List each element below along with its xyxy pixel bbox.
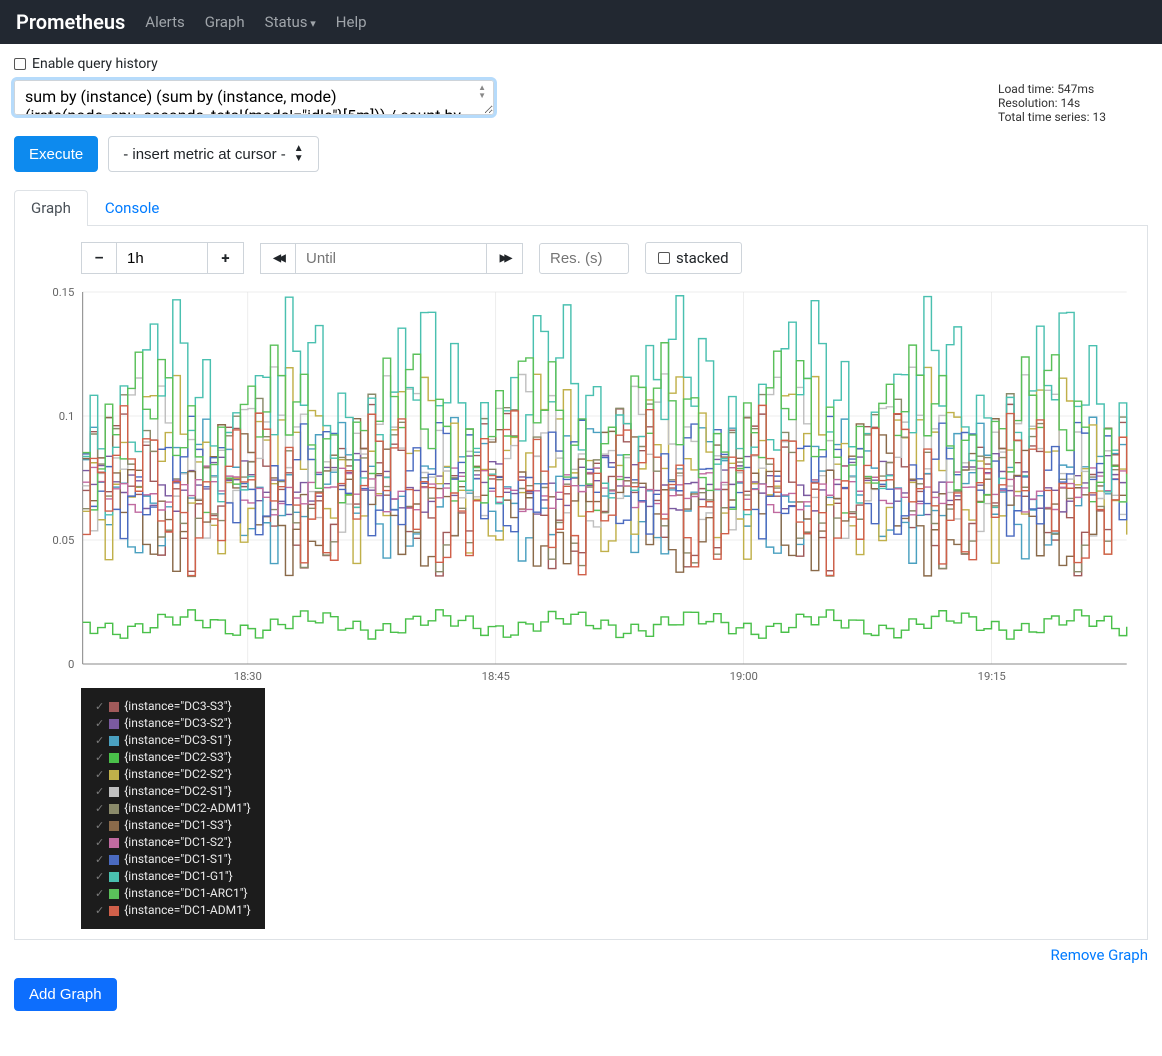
nav-help[interactable]: Help bbox=[336, 13, 367, 31]
legend-swatch bbox=[109, 855, 119, 865]
tab-console[interactable]: Console bbox=[88, 190, 177, 225]
tab-graph[interactable]: Graph bbox=[14, 190, 88, 226]
time-group: ◀◀ ▶▶ bbox=[260, 243, 523, 274]
legend-label: {instance="DC2-S3"} bbox=[124, 749, 231, 766]
legend-label: {instance="DC3-S1"} bbox=[124, 732, 231, 749]
svg-text:0.1: 0.1 bbox=[59, 410, 75, 423]
stacked-label: stacked bbox=[676, 249, 729, 267]
legend-item[interactable]: ✓ {instance="DC1-ARC1"} bbox=[95, 885, 251, 902]
legend-label: {instance="DC2-ADM1"} bbox=[124, 800, 251, 817]
legend-item[interactable]: ✓ {instance="DC1-S3"} bbox=[95, 817, 251, 834]
legend-swatch bbox=[109, 719, 119, 729]
time-forward-button[interactable]: ▶▶ bbox=[487, 243, 523, 274]
check-icon: ✓ bbox=[95, 885, 104, 902]
svg-text:0.05: 0.05 bbox=[52, 534, 74, 547]
legend-label: {instance="DC1-G1"} bbox=[124, 868, 233, 885]
legend-item[interactable]: ✓ {instance="DC1-ADM1"} bbox=[95, 902, 251, 919]
legend-label: {instance="DC1-S1"} bbox=[124, 851, 231, 868]
legend-label: {instance="DC1-ARC1"} bbox=[124, 885, 247, 902]
check-icon: ✓ bbox=[95, 698, 104, 715]
nav-graph[interactable]: Graph bbox=[205, 13, 245, 31]
check-icon: ✓ bbox=[95, 868, 104, 885]
legend-swatch bbox=[109, 702, 119, 712]
legend-swatch bbox=[109, 889, 119, 899]
navbar: Prometheus Alerts Graph Status Help bbox=[0, 0, 1162, 44]
stat-series: Total time series: 13 bbox=[998, 110, 1148, 124]
nav-alerts[interactable]: Alerts bbox=[145, 13, 185, 31]
history-label: Enable query history bbox=[32, 56, 158, 72]
legend-swatch bbox=[109, 906, 119, 916]
legend: ✓ {instance="DC3-S3"} ✓ {instance="DC3-S2"}… bbox=[81, 688, 265, 929]
legend-item[interactable]: ✓ {instance="DC2-S3"} bbox=[95, 749, 251, 766]
legend-swatch bbox=[109, 821, 119, 831]
svg-text:18:45: 18:45 bbox=[482, 670, 510, 683]
legend-label: {instance="DC2-S1"} bbox=[124, 783, 231, 800]
insert-metric-label: - insert metric at cursor - bbox=[123, 146, 286, 163]
check-icon: ✓ bbox=[95, 783, 104, 800]
stacked-checkbox-icon bbox=[658, 252, 670, 264]
svg-text:0.15: 0.15 bbox=[52, 286, 74, 299]
legend-swatch bbox=[109, 770, 119, 780]
select-caret-icon: ▲▼ bbox=[294, 144, 304, 164]
graph-panel: – + ◀◀ ▶▶ stacked 0 0.05 0.1 0.15 18:30 18:45… bbox=[14, 226, 1148, 940]
chart: 0 0.05 0.1 0.15 18:30 18:45 19:00 19:15 bbox=[25, 284, 1137, 684]
legend-item[interactable]: ✓ {instance="DC2-ADM1"} bbox=[95, 800, 251, 817]
check-icon: ✓ bbox=[95, 800, 104, 817]
query-spinner[interactable]: ▲▼ bbox=[478, 84, 486, 100]
range-input[interactable] bbox=[127, 250, 197, 267]
range-increase-button[interactable]: + bbox=[208, 242, 244, 274]
legend-item[interactable]: ✓ {instance="DC1-S1"} bbox=[95, 851, 251, 868]
legend-swatch bbox=[109, 804, 119, 814]
svg-text:18:30: 18:30 bbox=[234, 670, 262, 683]
range-group: – + bbox=[81, 242, 244, 274]
history-checkbox[interactable] bbox=[14, 58, 26, 70]
query-input[interactable] bbox=[14, 80, 494, 115]
legend-item[interactable]: ✓ {instance="DC1-S2"} bbox=[95, 834, 251, 851]
legend-item[interactable]: ✓ {instance="DC1-G1"} bbox=[95, 868, 251, 885]
legend-swatch bbox=[109, 753, 119, 763]
legend-label: {instance="DC1-S3"} bbox=[124, 817, 231, 834]
tabs: Graph Console bbox=[14, 190, 1148, 226]
legend-item[interactable]: ✓ {instance="DC2-S2"} bbox=[95, 766, 251, 783]
check-icon: ✓ bbox=[95, 749, 104, 766]
legend-item[interactable]: ✓ {instance="DC3-S2"} bbox=[95, 715, 251, 732]
legend-item[interactable]: ✓ {instance="DC3-S3"} bbox=[95, 698, 251, 715]
legend-item[interactable]: ✓ {instance="DC3-S1"} bbox=[95, 732, 251, 749]
check-icon: ✓ bbox=[95, 817, 104, 834]
legend-swatch bbox=[109, 838, 119, 848]
resolution-input[interactable] bbox=[539, 243, 629, 274]
remove-graph-link[interactable]: Remove Graph bbox=[1051, 946, 1149, 964]
check-icon: ✓ bbox=[95, 902, 104, 919]
legend-label: {instance="DC3-S2"} bbox=[124, 715, 231, 732]
svg-text:19:15: 19:15 bbox=[978, 670, 1006, 683]
legend-swatch bbox=[109, 736, 119, 746]
brand[interactable]: Prometheus bbox=[16, 10, 125, 34]
legend-label: {instance="DC1-ADM1"} bbox=[124, 902, 251, 919]
check-icon: ✓ bbox=[95, 766, 104, 783]
add-graph-button[interactable]: Add Graph bbox=[14, 978, 117, 1011]
check-icon: ✓ bbox=[95, 732, 104, 749]
check-icon: ✓ bbox=[95, 715, 104, 732]
time-back-button[interactable]: ◀◀ bbox=[260, 243, 296, 274]
nav-status[interactable]: Status bbox=[265, 13, 316, 31]
legend-label: {instance="DC1-S2"} bbox=[124, 834, 231, 851]
check-icon: ✓ bbox=[95, 851, 104, 868]
insert-metric-select[interactable]: - insert metric at cursor - ▲▼ bbox=[108, 136, 318, 172]
until-input[interactable] bbox=[306, 250, 476, 267]
svg-text:19:00: 19:00 bbox=[730, 670, 758, 683]
query-stats: Load time: 547ms Resolution: 14s Total t… bbox=[998, 80, 1148, 124]
stacked-toggle[interactable]: stacked bbox=[645, 242, 742, 274]
legend-swatch bbox=[109, 787, 119, 797]
svg-text:0: 0 bbox=[68, 658, 74, 671]
execute-button[interactable]: Execute bbox=[14, 136, 98, 172]
legend-label: {instance="DC3-S3"} bbox=[124, 698, 231, 715]
stat-load-time: Load time: 547ms bbox=[998, 82, 1148, 96]
check-icon: ✓ bbox=[95, 834, 104, 851]
legend-label: {instance="DC2-S2"} bbox=[124, 766, 231, 783]
range-decrease-button[interactable]: – bbox=[81, 242, 117, 274]
legend-swatch bbox=[109, 872, 119, 882]
stat-resolution: Resolution: 14s bbox=[998, 96, 1148, 110]
legend-item[interactable]: ✓ {instance="DC2-S1"} bbox=[95, 783, 251, 800]
